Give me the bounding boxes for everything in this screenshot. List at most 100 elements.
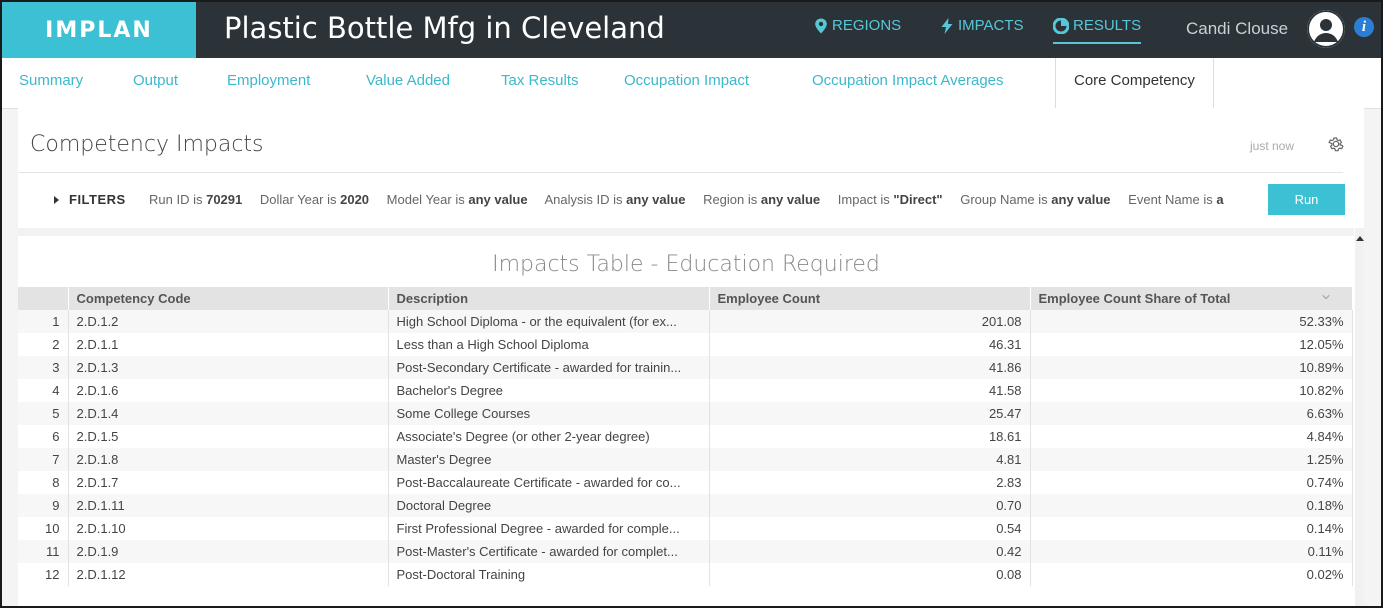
table-row[interactable]: 3 2.D.1.3 Post-Secondary Certificate - awa… [18, 356, 1353, 379]
employee-count-cell: 41.58 [709, 379, 1031, 402]
description-cell: Post-Secondary Certificate - awarded for… [388, 356, 710, 379]
filter-value: any value [1051, 192, 1111, 207]
filter-value: 2020 [340, 192, 370, 207]
project-title: Plastic Bottle Mfg in Cleveland [224, 11, 665, 45]
tab-output[interactable]: Output [133, 58, 178, 108]
nav-regions[interactable]: REGIONS [814, 17, 901, 34]
header-employee-share-label: Employee Count Share of Total [1038, 291, 1231, 306]
last-run-timestamp: just now [1250, 139, 1295, 153]
filter-value: any value [468, 192, 528, 207]
filter-region[interactable]: Region is any value [703, 192, 820, 207]
competency-code-cell: 2.D.1.4 [68, 402, 389, 425]
filter-model-year[interactable]: Model Year is any value [387, 192, 528, 207]
filter-run-id[interactable]: Run ID is 70291 [149, 192, 242, 207]
scroll-up-arrow-icon[interactable] [1356, 236, 1364, 241]
chevron-down-icon[interactable] [1321, 293, 1330, 301]
filter-bar: FILTERS Run ID is 70291 Dollar Year is 2… [18, 174, 1358, 226]
table-row[interactable]: 4 2.D.1.6 Bachelor's Degree 41.58 10.82% [18, 379, 1353, 402]
employee-count-cell: 0.42 [709, 540, 1031, 563]
tab-core-competency[interactable]: Core Competency [1055, 58, 1214, 109]
header-competency-code[interactable]: Competency Code [68, 287, 389, 310]
filter-key: Event Name [1128, 192, 1200, 207]
info-icon[interactable]: i [1354, 17, 1374, 37]
row-number-cell: 2 [18, 333, 69, 356]
competency-code-cell: 2.D.1.1 [68, 333, 389, 356]
employee-share-cell: 1.25% [1030, 448, 1353, 471]
filter-op: is [609, 192, 627, 207]
description-cell: Master's Degree [388, 448, 710, 471]
filter-event-name[interactable]: Event Name is a [1128, 192, 1223, 207]
table-row[interactable]: 11 2.D.1.9 Post-Master's Certificate - awa… [18, 540, 1353, 563]
employee-count-cell: 201.08 [709, 310, 1031, 333]
filter-op: is [189, 192, 207, 207]
filter-group-name[interactable]: Group Name is any value [960, 192, 1110, 207]
description-cell: Post-Master's Certificate - awarded for … [388, 540, 710, 563]
employee-count-cell: 46.31 [709, 333, 1031, 356]
table-row[interactable]: 10 2.D.1.10 First Professional Degree - aw… [18, 517, 1353, 540]
header-employee-share[interactable]: Employee Count Share of Total [1030, 287, 1353, 310]
competency-code-cell: 2.D.1.2 [68, 310, 389, 333]
run-button[interactable]: Run [1268, 184, 1345, 215]
table-row[interactable]: 7 2.D.1.8 Master's Degree 4.81 1.25% [18, 448, 1353, 471]
caret-right-icon[interactable] [54, 196, 59, 204]
table-row[interactable]: 5 2.D.1.4 Some College Courses 25.47 6.63% [18, 402, 1353, 425]
table-row[interactable]: 9 2.D.1.11 Doctoral Degree 0.70 0.18% [18, 494, 1353, 517]
vertical-scrollbar[interactable] [1355, 228, 1364, 606]
tab-summary[interactable]: Summary [19, 58, 83, 108]
filter-op: is [876, 192, 894, 207]
filter-value: any value [760, 192, 821, 207]
header-description[interactable]: Description [388, 287, 710, 310]
table-row[interactable]: 1 2.D.1.2 High School Diploma - or the equ… [18, 310, 1353, 333]
header-employee-count[interactable]: Employee Count [709, 287, 1031, 310]
table-row[interactable]: 2 2.D.1.1 Less than a High School Diploma 4… [18, 333, 1353, 356]
impacts-table: Competency Code Description Employee Cou… [18, 287, 1353, 586]
row-number-cell: 9 [18, 494, 69, 517]
row-number-cell: 12 [18, 563, 69, 586]
row-number-cell: 6 [18, 425, 69, 448]
row-number-cell: 3 [18, 356, 69, 379]
nav-impacts[interactable]: IMPACTS [940, 17, 1024, 34]
filter-op: is [323, 192, 341, 207]
employee-count-cell: 0.08 [709, 563, 1031, 586]
filters-toggle[interactable]: FILTERS [69, 192, 126, 207]
employee-count-cell: 2.83 [709, 471, 1031, 494]
implan-logo[interactable]: IMPLAN [2, 2, 196, 58]
avatar[interactable] [1307, 10, 1345, 48]
description-cell: Post-Doctoral Training [388, 563, 710, 586]
employee-count-cell: 0.70 [709, 494, 1031, 517]
employee-share-cell: 0.74% [1030, 471, 1353, 494]
gear-icon[interactable] [1327, 135, 1345, 153]
table-row[interactable]: 6 2.D.1.5 Associate's Degree (or other 2-y… [18, 425, 1353, 448]
competency-code-cell: 2.D.1.11 [68, 494, 389, 517]
competency-code-cell: 2.D.1.9 [68, 540, 389, 563]
employee-count-cell: 4.81 [709, 448, 1031, 471]
filter-key: Run ID [149, 192, 190, 207]
filter-impact[interactable]: Impact is "Direct" [838, 192, 943, 207]
tab-value-added[interactable]: Value Added [366, 58, 450, 108]
table-row[interactable]: 12 2.D.1.12 Post-Doctoral Training 0.08 0.02… [18, 563, 1353, 586]
table-title: Impacts Table - Education Required [492, 252, 880, 277]
filter-analysis-id[interactable]: Analysis ID is any value [545, 192, 686, 207]
filter-op: is [451, 192, 469, 207]
tab-employment[interactable]: Employment [227, 58, 310, 108]
user-name[interactable]: Candi Clouse [1186, 19, 1288, 39]
tab-occupation-impact-averages[interactable]: Occupation Impact Averages [812, 58, 1004, 108]
employee-share-cell: 0.14% [1030, 517, 1353, 540]
nav-impacts-label: IMPACTS [958, 17, 1024, 34]
description-cell: Less than a High School Diploma [388, 333, 710, 356]
filter-dollar-year[interactable]: Dollar Year is 2020 [260, 192, 369, 207]
filter-list: Run ID is 70291 Dollar Year is 2020 Mode… [149, 192, 1256, 207]
employee-share-cell: 0.02% [1030, 563, 1353, 586]
nav-results-label: RESULTS [1073, 17, 1142, 34]
employee-share-cell: 10.89% [1030, 356, 1353, 379]
table-header-row: Competency Code Description Employee Cou… [18, 287, 1353, 310]
tab-tax-results[interactable]: Tax Results [501, 58, 579, 108]
filter-value: any value [626, 192, 686, 207]
filter-key: Dollar Year [259, 192, 324, 207]
filter-value: 70291 [206, 192, 243, 207]
table-row[interactable]: 8 2.D.1.7 Post-Baccalaureate Certificate -… [18, 471, 1353, 494]
nav-regions-label: REGIONS [832, 17, 902, 34]
tab-occupation-impact[interactable]: Occupation Impact [624, 58, 749, 108]
nav-results[interactable]: RESULTS [1053, 17, 1142, 44]
employee-count-cell: 41.86 [709, 356, 1031, 379]
